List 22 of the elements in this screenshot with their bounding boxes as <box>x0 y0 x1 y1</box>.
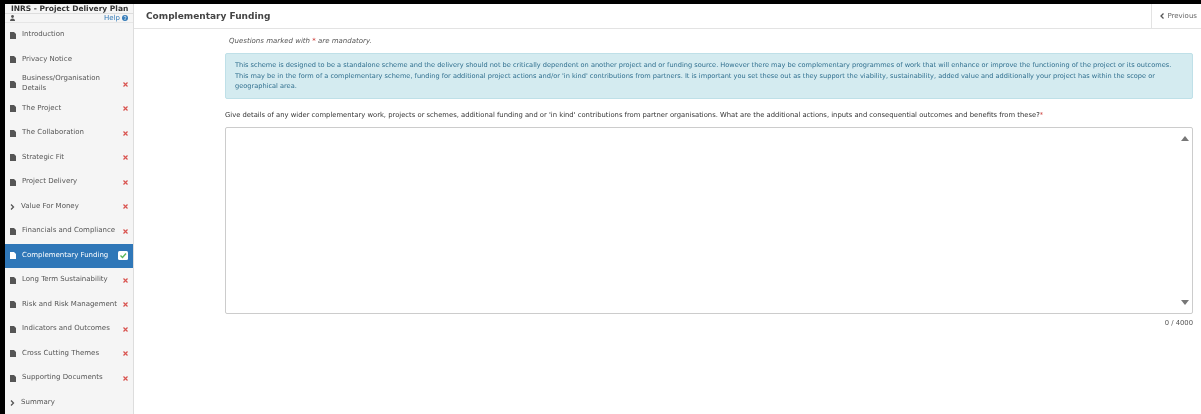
document-icon <box>10 154 16 162</box>
document-icon <box>10 374 16 382</box>
document-icon <box>10 252 16 260</box>
document-icon <box>10 178 16 186</box>
document-icon <box>10 301 16 309</box>
document-icon <box>10 227 16 235</box>
scroll-down-icon[interactable] <box>1181 300 1189 305</box>
user-icon <box>10 15 15 21</box>
document-icon <box>10 276 16 284</box>
chevron-icon <box>10 399 15 406</box>
page-title: Complementary Funding <box>145 11 271 21</box>
document-icon <box>10 325 16 333</box>
document-icon <box>10 350 16 358</box>
scroll-up-icon[interactable] <box>1181 136 1189 141</box>
help-icon <box>122 15 128 21</box>
document-icon <box>10 31 16 39</box>
chevron-icon <box>10 203 15 210</box>
document-icon <box>10 56 16 64</box>
chevron-left-icon <box>1160 13 1165 19</box>
document-icon <box>10 105 16 113</box>
document-icon <box>10 80 16 88</box>
document-icon <box>10 129 16 137</box>
